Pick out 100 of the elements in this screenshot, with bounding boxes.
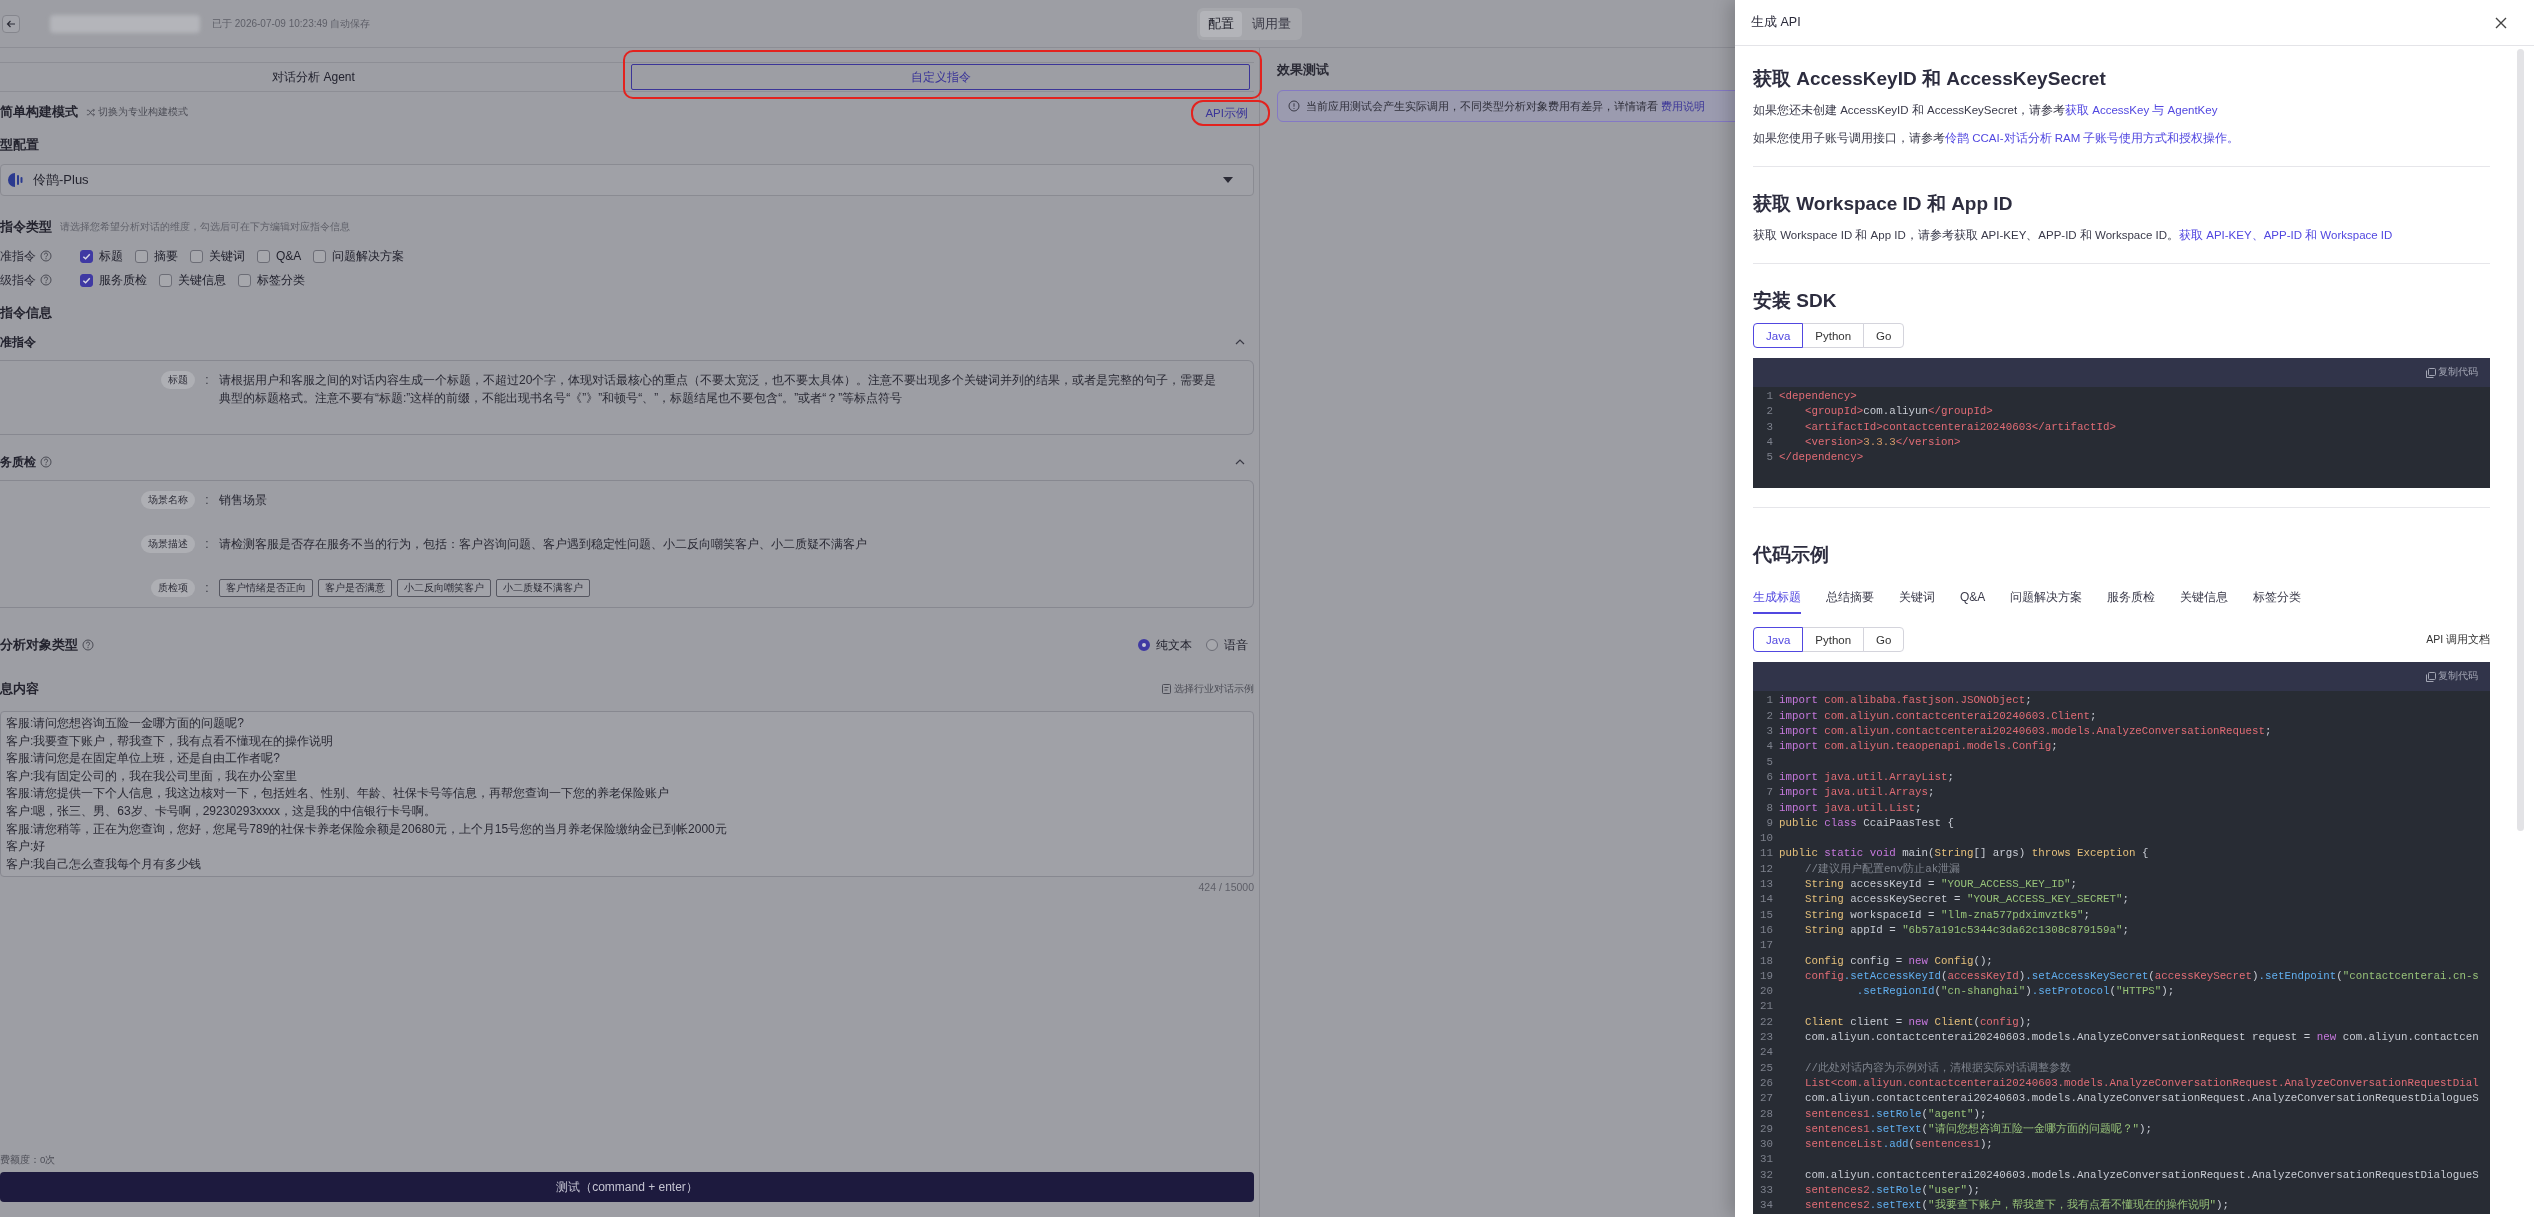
- close-icon[interactable]: [2494, 15, 2508, 30]
- line-number: 6: [1765, 769, 1773, 785]
- radio-button[interactable]: [1206, 639, 1218, 651]
- section-title: 息内容: [0, 680, 39, 698]
- doc-link[interactable]: 获取 API-KEY、APP-ID 和 Workspace ID: [2179, 229, 2393, 241]
- line-number: 20: [1759, 984, 1773, 1000]
- checkbox[interactable]: [238, 273, 251, 287]
- line-number: 34: [1759, 1198, 1773, 1214]
- checkbox-label: 摘要: [154, 247, 178, 265]
- quota-text: 费额度：0次: [0, 1154, 57, 1167]
- pricing-link[interactable]: 费用说明: [1661, 99, 1706, 112]
- line-number: 16: [1759, 922, 1773, 938]
- copy-code-button[interactable]: 复制代码: [2426, 366, 2478, 379]
- line-number: 32: [1759, 1167, 1773, 1183]
- section-heading: 获取 Workspace ID 和 App ID: [1753, 192, 2014, 216]
- mode-tab[interactable]: 对话分析 Agent: [4, 64, 623, 90]
- document-icon: [1162, 684, 1171, 694]
- code-line: .setRegionId("cn-shanghai").setProtocol("HTTPS");: [1855, 984, 2175, 1000]
- example-tab[interactable]: 生成标题: [1753, 582, 1801, 615]
- checkbox-label: Q&A: [276, 249, 302, 263]
- checkbox-label: 关键词: [209, 247, 245, 265]
- caret-icon: [1223, 176, 1233, 184]
- api-example-link[interactable]: API示例: [1205, 107, 1248, 119]
- example-tab[interactable]: Q&A: [1960, 582, 1986, 615]
- example-tab[interactable]: 标签分类: [2253, 582, 2302, 615]
- conversation-input[interactable]: 客服:请问您想咨询五险一金哪方面的问题呢? 客户:我要查下账户，帮我查下，我有点看不懂现在的操作说明 客服:请问您是在固定单位上班，还是自由工作者呢? 客户:我有固定公司的，我在我公司里面，我在办公室里 客服:请您提供一下个人信息，我这边核对一下，包括姓名、性别、年龄、社保卡号等信息，再帮您查询一下您的养老保险账户 客户:嗯，张三、男、63岁、卡号啊，29230293xxxx，这是我的中信银行卡号啊。 客服:请您稍等，正在为您查询，您好，您尾号789的社保卡养老保险余额是20680元，上个月15号您的当月养老保险缴纳金已到帐2000元 客户:好 客户:我自己怎么查我每个月有多少钱: [0, 711, 1254, 877]
- code-line: String appId = "6b57a191c5344c3da62c1308c879159a";: [1803, 922, 2129, 938]
- code-line: com.aliyun.contactcenterai20240603.models.AnalyzeConversationRequest request = new com.aliyun.contactcen: [1803, 1030, 2479, 1045]
- radio-button[interactable]: [1138, 639, 1150, 651]
- code-line: <dependency>: [1779, 389, 1857, 404]
- example-tab[interactable]: 总结摘要: [1826, 582, 1874, 615]
- field-label: 场景名称: [141, 491, 195, 509]
- language-tab[interactable]: Python: [1802, 323, 1865, 348]
- checkbox[interactable]: [135, 249, 148, 263]
- copy-icon: [2426, 367, 2436, 378]
- logo-icon: [7, 171, 25, 189]
- doc-link[interactable]: 伶鹊 CCAI-对话分析 RAM 子账号使用方式和授权操作。: [1945, 132, 2240, 144]
- back-button[interactable]: [2, 14, 20, 33]
- code-line: com.aliyun.contactcenterai20240603.models.AnalyzeConversationRequest.AnalyzeConversationRequestDialogueS: [1803, 1091, 2479, 1107]
- section-heading: 获取 AccessKeyID 和 AccessKeySecret: [1753, 67, 2107, 91]
- view-switch-option[interactable]: 配置: [1200, 10, 1242, 37]
- checkbox[interactable]: [190, 249, 203, 263]
- help-icon: [82, 639, 94, 651]
- example-tab[interactable]: 关键词: [1899, 582, 1935, 615]
- example-tab[interactable]: 服务质检: [2107, 582, 2156, 615]
- code-line: import java.util.List;: [1779, 800, 1922, 816]
- line-number: 7: [1765, 785, 1773, 801]
- checkbox-label: 关键信息: [178, 271, 226, 289]
- checkbox-label: 标签分类: [257, 271, 305, 289]
- example-tab[interactable]: 问题解决方案: [2010, 582, 2083, 615]
- test-button[interactable]: 测试（command + enter）: [0, 1172, 1254, 1202]
- language-tab[interactable]: Go: [1863, 323, 1905, 348]
- field-value: 请根据用户和客服之间的对话内容生成一个标题，不超过20个字，体现对话最核心的重点（不要太宽泛，也不要太具体）。注意不要出现多个关键词并列的结果，或者是完整的句子，需要是典型的标题格式。注意不要有“标题:”这样的前缀，不能出现书名号“《”》”和顿号“、”，标题结尾也不要包含“。”或者“？”等标点符号: [219, 372, 1217, 407]
- language-tab[interactable]: Java: [1753, 627, 1804, 653]
- api-doc-link[interactable]: API 调用文档: [2426, 633, 2490, 647]
- model-select[interactable]: 伶鹊-Plus: [0, 164, 1254, 196]
- checkbox[interactable]: [313, 249, 327, 263]
- line-number: 17: [1759, 938, 1773, 954]
- code-line: String accessKeySecret = "YOUR_ACCESS_KEY_SECRET";: [1803, 892, 2129, 908]
- language-tab[interactable]: Java: [1753, 323, 1804, 348]
- code-line: com.aliyun.contactcenterai20240603.models.AnalyzeConversationRequest.AnalyzeConversationRequestDialogueS: [1803, 1167, 2479, 1183]
- line-number: 5: [1765, 450, 1773, 466]
- doc-link[interactable]: 获取 AccessKey 与 AgentKey: [2065, 104, 2218, 116]
- view-switch-option[interactable]: 调用量: [1244, 10, 1299, 37]
- quality-item-tag: 小二质疑不满客户: [496, 579, 590, 597]
- colon: :: [204, 536, 210, 553]
- panel-title: 效果测试: [1277, 61, 1329, 79]
- line-number: 28: [1759, 1106, 1773, 1122]
- copy-code-button[interactable]: 复制代码: [2426, 670, 2478, 684]
- code-line: import com.aliyun.teaopenapi.models.Config;: [1779, 739, 2058, 755]
- line-number: 8: [1765, 800, 1773, 816]
- subsection-title: 准指令: [0, 333, 36, 351]
- language-tab[interactable]: Go: [1863, 627, 1905, 653]
- code-line: import com.aliyun.contactcenterai20240603.Client;: [1779, 708, 2097, 724]
- line-number: 11: [1759, 846, 1773, 862]
- line-number: 26: [1759, 1075, 1773, 1091]
- line-number: 2: [1765, 708, 1773, 724]
- colon: :: [204, 580, 210, 597]
- quality-item-tag: 客户情绪是否正向: [219, 579, 313, 597]
- line-number: 19: [1759, 968, 1773, 984]
- line-number: 18: [1759, 953, 1773, 969]
- line-number: 27: [1759, 1091, 1773, 1107]
- line-number: 10: [1759, 831, 1773, 847]
- example-tab[interactable]: 关键信息: [2180, 582, 2229, 615]
- checkbox[interactable]: [80, 249, 93, 263]
- checkbox[interactable]: [159, 273, 172, 287]
- line-number: 1: [1765, 389, 1773, 404]
- language-tab[interactable]: Python: [1802, 627, 1865, 653]
- checkbox[interactable]: [257, 249, 270, 263]
- code-line: Config config = new Config();: [1803, 953, 1993, 969]
- checkbox[interactable]: [80, 273, 93, 287]
- row-label: 级指令: [0, 271, 36, 289]
- line-number: 31: [1759, 1152, 1773, 1168]
- paragraph: 如果您使用子账号调用接口，请参考伶鹊 CCAI-对话分析 RAM 子账号使用方式和授权操作。: [1753, 131, 2241, 146]
- radio-label: 语音: [1224, 636, 1248, 654]
- field-label: 标题: [161, 371, 195, 389]
- mode-tab[interactable]: 自定义指令: [631, 64, 1250, 90]
- scrollbar[interactable]: [2517, 49, 2524, 831]
- code-line: import java.util.ArrayList;: [1779, 769, 1954, 785]
- info-icon: [1288, 100, 1300, 112]
